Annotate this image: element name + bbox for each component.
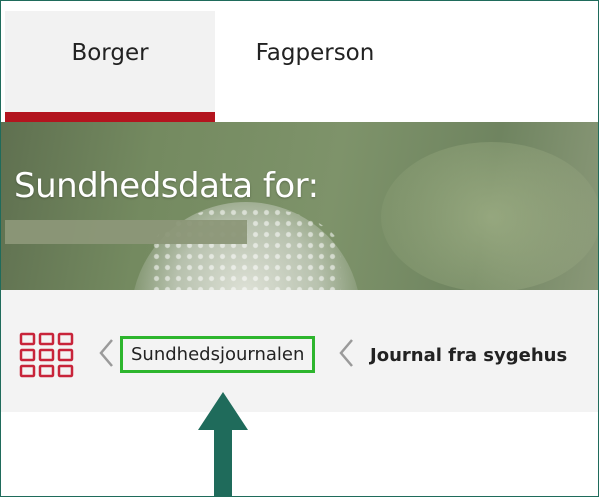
breadcrumb-current-page: Journal fra sygehus xyxy=(370,345,568,366)
annotation-arrow-up-icon xyxy=(198,392,248,497)
tab-fagperson-label: Fagperson xyxy=(255,40,375,66)
chevron-left-icon xyxy=(99,339,113,367)
redacted-name xyxy=(5,220,247,244)
breadcrumb: Sundhedsjournalen Journal fra sygehus xyxy=(1,290,598,412)
grid-menu-icon[interactable] xyxy=(19,332,75,388)
hero-background-blur xyxy=(381,142,598,290)
hero-title: Sundhedsdata for: xyxy=(14,166,319,206)
tab-fagperson[interactable]: Fagperson xyxy=(215,11,415,122)
breadcrumb-item-sundhedsjournalen[interactable]: Sundhedsjournalen xyxy=(120,336,316,373)
hero-banner: Sundhedsdata for: xyxy=(1,122,598,290)
tab-borger-label: Borger xyxy=(71,40,149,66)
chevron-left-icon xyxy=(339,339,353,367)
tab-bar: Borger Fagperson xyxy=(1,1,598,122)
tab-borger[interactable]: Borger xyxy=(5,11,215,122)
breadcrumb-item-label: Sundhedsjournalen xyxy=(131,344,305,365)
